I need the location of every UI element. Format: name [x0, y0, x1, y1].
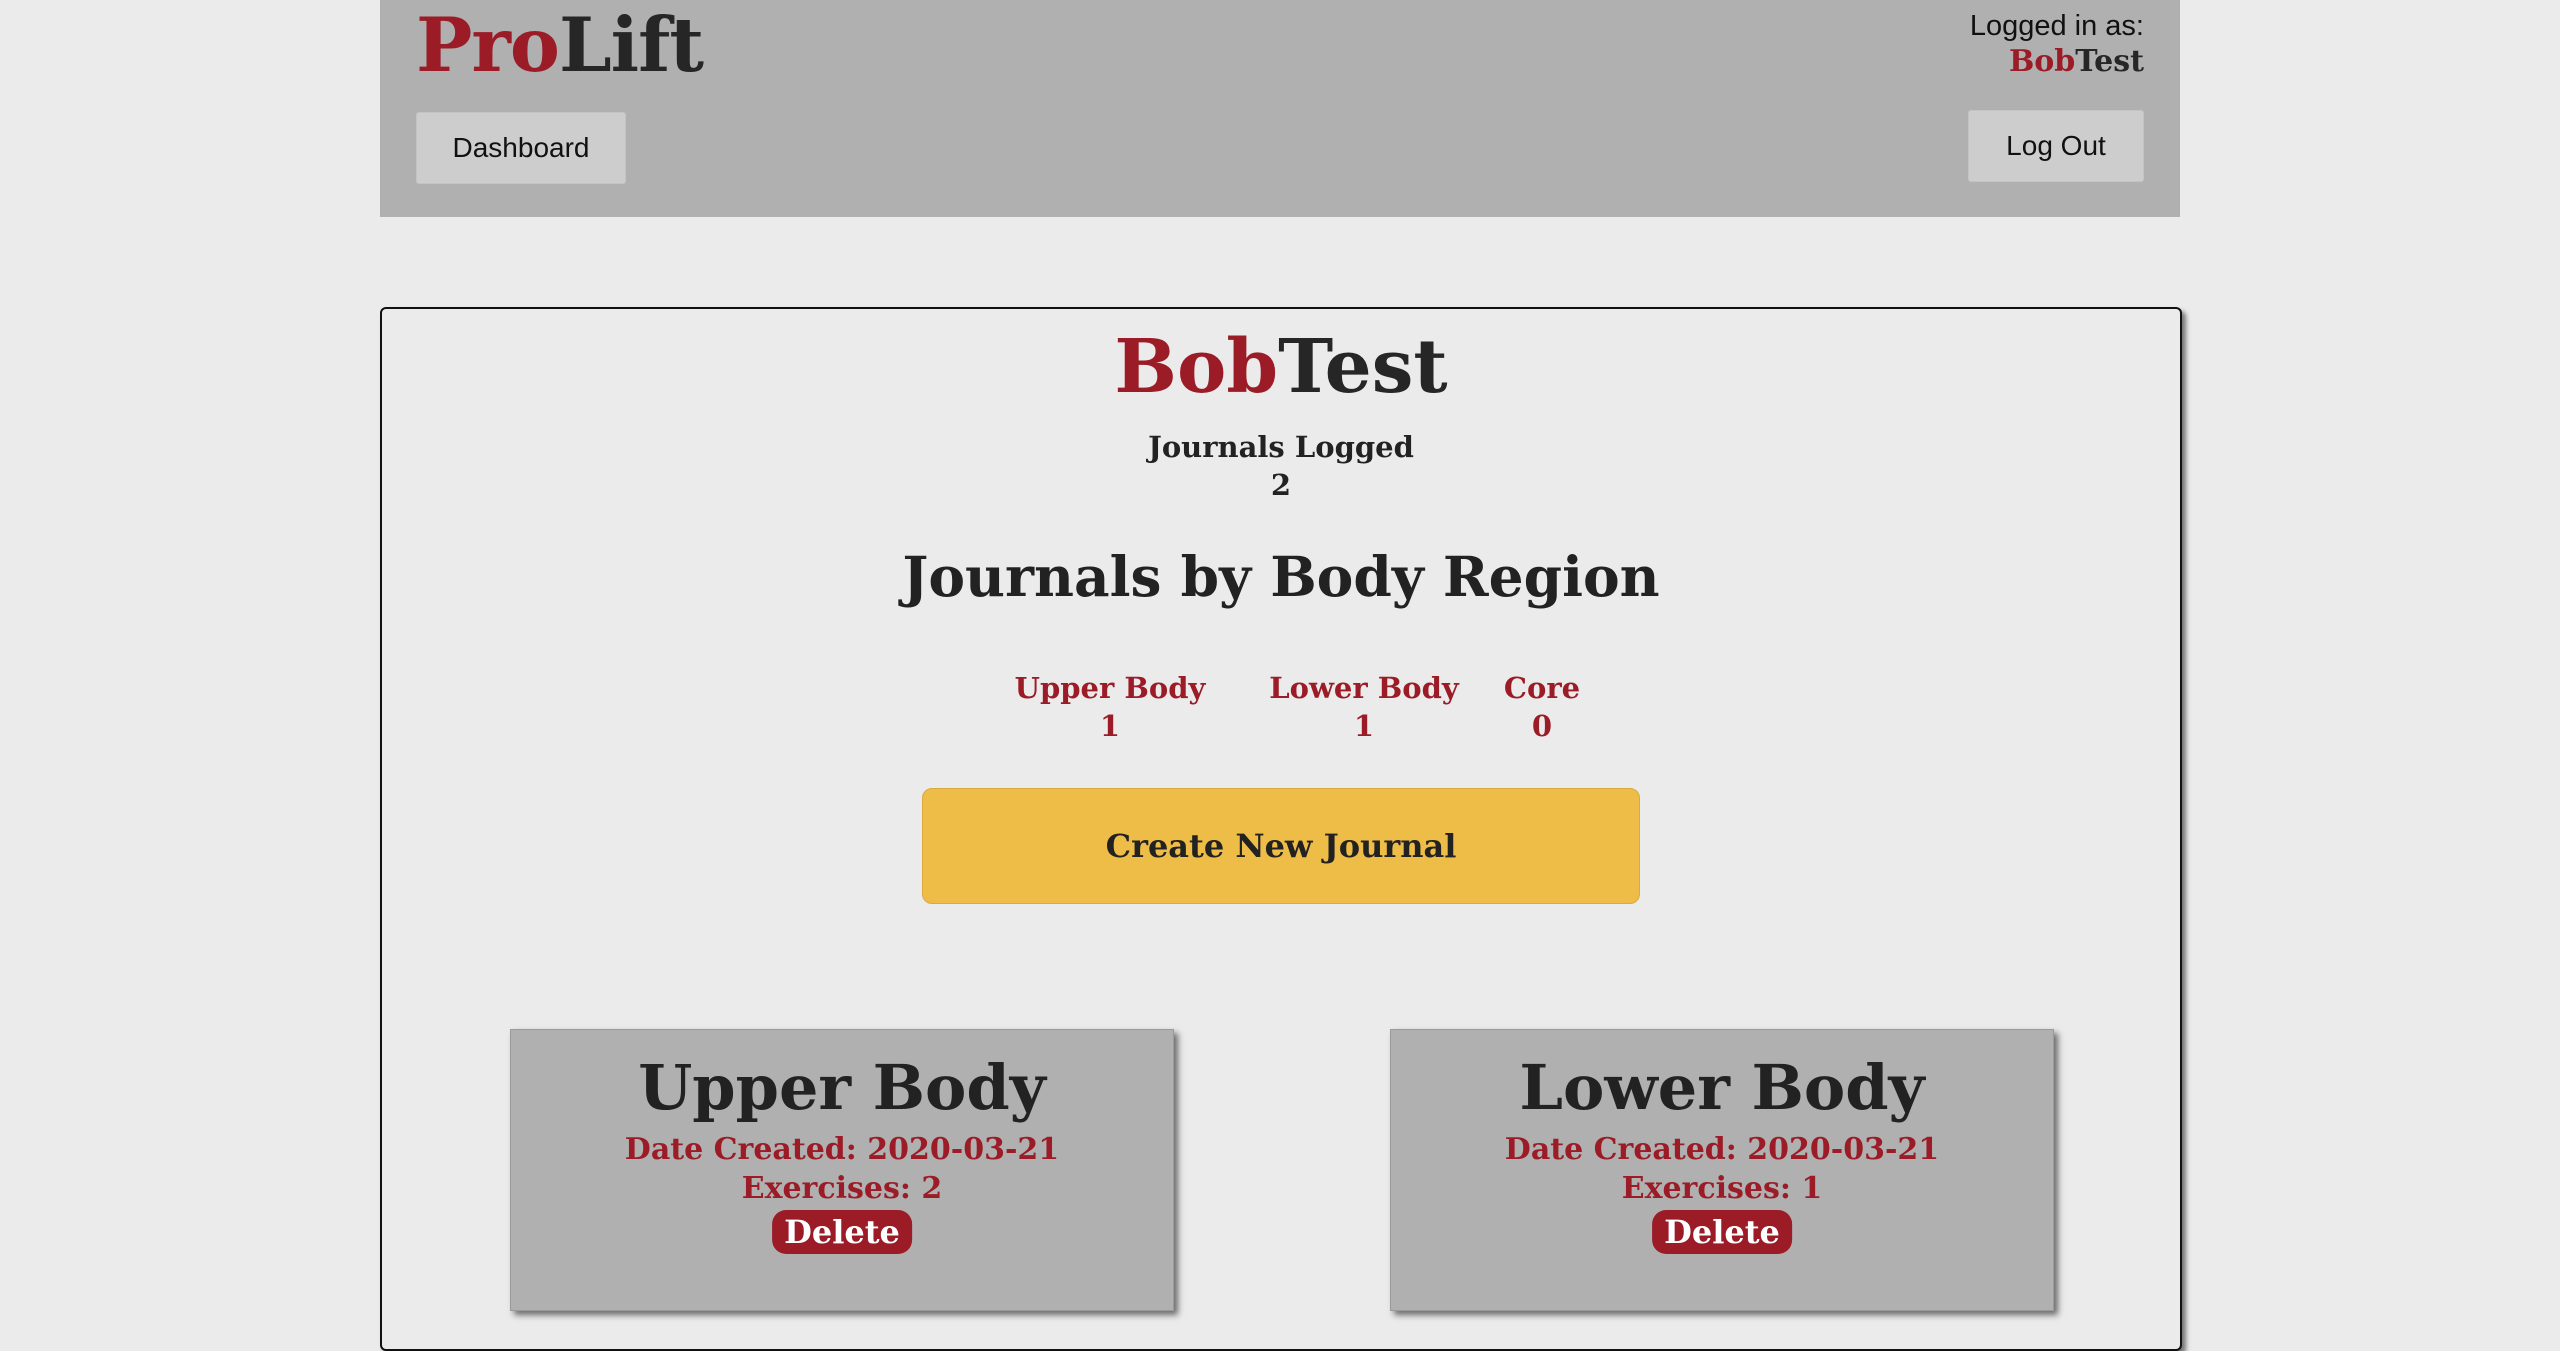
region-section-title: Journals by Body Region — [902, 544, 1660, 609]
create-journal-button[interactable]: Create New Journal — [922, 788, 1640, 904]
logged-in-label: Logged in as: — [1969, 10, 2144, 42]
region-stat-label: Upper Body — [1014, 671, 1206, 705]
dashboard-button[interactable]: Dashboard — [416, 112, 626, 184]
journal-card[interactable]: Upper Body Date Created: 2020-03-21 Exer… — [510, 1029, 1174, 1311]
region-stat-lower-body: Lower Body 1 — [1244, 669, 1484, 745]
region-stat-value: 1 — [1099, 709, 1121, 743]
journal-card[interactable]: Lower Body Date Created: 2020-03-21 Exer… — [1390, 1029, 2054, 1311]
journal-date: Date Created: 2020-03-21 — [624, 1132, 1060, 1167]
journal-exercises: Exercises: 2 — [741, 1171, 943, 1206]
top-header: ProLift Dashboard Logged in as: BobTest … — [380, 0, 2180, 217]
delete-journal-button[interactable]: Delete — [772, 1210, 912, 1254]
journal-date: Date Created: 2020-03-21 — [1504, 1132, 1940, 1167]
journals-logged-count: 2 — [1270, 468, 1292, 502]
profile-name: BobTest — [382, 322, 2180, 412]
app-logo[interactable]: ProLift — [416, 8, 704, 83]
username-part1: Bob — [2008, 44, 2076, 79]
profile-panel: BobTest Journals Logged 2 Journals by Bo… — [380, 307, 2182, 1351]
logged-in-username: BobTest — [1970, 44, 2144, 80]
logo-part-pro: Pro — [416, 1, 560, 89]
logout-button[interactable]: Log Out — [1968, 110, 2144, 182]
region-stat-value: 0 — [1531, 709, 1553, 743]
region-stat-label: Core — [1503, 671, 1581, 705]
region-stat-upper-body: Upper Body 1 — [990, 669, 1230, 745]
profile-name-part1: Bob — [1114, 324, 1279, 410]
region-stat-label: Lower Body — [1269, 671, 1459, 705]
journal-title: Lower Body — [1519, 1051, 1925, 1124]
journal-title: Upper Body — [638, 1051, 1046, 1124]
journal-exercises: Exercises: 1 — [1621, 1171, 1823, 1206]
journals-logged-label: Journals Logged — [1148, 430, 1414, 464]
region-stat-core: Core 0 — [1472, 669, 1612, 745]
profile-name-part2: Test — [1278, 324, 1448, 410]
login-info: Logged in as: BobTest — [1970, 8, 2144, 80]
region-stat-value: 1 — [1353, 709, 1375, 743]
logo-part-lift: Lift — [558, 1, 704, 89]
username-part2: Test — [2075, 44, 2144, 79]
delete-journal-button[interactable]: Delete — [1652, 1210, 1792, 1254]
